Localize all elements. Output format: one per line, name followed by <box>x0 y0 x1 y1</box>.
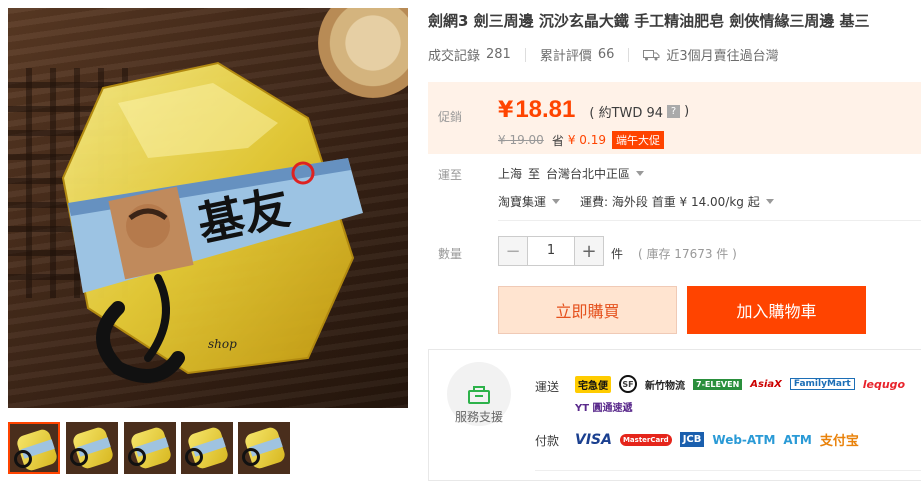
reviews-count[interactable]: 66 <box>598 47 615 62</box>
carrier-logo: 7-ELEVEN <box>693 378 743 390</box>
quantity-unit: 件 <box>611 247 624 261</box>
carrier-logo: SF <box>619 375 637 393</box>
sales-count[interactable]: 281 <box>486 47 511 62</box>
reviews-label: 累計評價 <box>539 49 592 64</box>
decrease-button[interactable]: − <box>499 237 527 265</box>
service-title: 服務支援 <box>454 410 503 424</box>
payment-logo: ATM <box>783 432 812 447</box>
ship-from: 上海 <box>498 167 523 181</box>
promo-price: 18.81 <box>515 96 576 123</box>
carrier-logo: AsiaX <box>750 378 782 390</box>
chevron-down-icon <box>552 199 561 204</box>
thumbnail-5[interactable] <box>238 422 290 474</box>
approx-twd-text: ( 約TWD 94 <box>589 106 664 121</box>
price-label: 促銷 <box>438 110 463 124</box>
original-price: ¥ 19.00 <box>498 133 544 147</box>
thumbnail-2[interactable] <box>66 422 118 474</box>
payment-logo: 支付宝 <box>819 434 859 449</box>
payment-logo: JCB <box>679 432 705 447</box>
product-title: 劍網3 劍三周邊 沉沙玄晶大鐵 手工精油肥皂 劍俠情緣三周邊 基三 <box>428 12 870 30</box>
stats-divider <box>628 47 630 62</box>
soap-illustration: 基友 shop <box>61 61 363 383</box>
quantity-label: 數量 <box>438 247 463 261</box>
shipping-fee-select[interactable]: 運費: 海外段 首重 ¥ 14.00/kg 起 <box>580 193 774 210</box>
carrier-logo: lequgo <box>862 377 906 391</box>
original-price-row: ¥ 19.00 省 ¥ 0.19 端午大促 <box>498 131 664 149</box>
promo-badge: 端午大促 <box>612 131 664 149</box>
main-product-image[interactable]: 基友 shop <box>8 8 408 408</box>
shipping-carriers-label: 運送 <box>535 380 560 394</box>
stock-info: ( 庫存 17673 件 ) <box>638 247 737 261</box>
currency-symbol: ¥ <box>498 98 514 123</box>
thumbnail-3[interactable] <box>124 422 176 474</box>
save-amount: ¥ 0.19 <box>567 133 606 147</box>
sales-label: 成交記錄 <box>428 49 481 64</box>
carrier-logo: 新竹物流 <box>645 380 685 392</box>
ship-to-word: 至 <box>528 167 541 181</box>
payment-methods: VISA MasterCard JCB Web-ATM ATM 支付宝 <box>575 430 867 450</box>
payment-logo: VISA <box>575 431 612 448</box>
quantity-input[interactable]: 1 <box>527 237 575 265</box>
carrier-logo: FamilyMart <box>789 378 855 390</box>
save-label: 省 <box>551 133 564 148</box>
thumbnail-1[interactable] <box>8 422 60 474</box>
shipping-method-row: 淘寶集運 運費: 海外段 首重 ¥ 14.00/kg 起 <box>498 193 774 210</box>
shipping-destination[interactable]: 上海 至 台灣台北中正區 <box>498 165 645 182</box>
price-row: ¥ 18.81 ( 約TWD 94 ? ) <box>498 96 689 124</box>
price-panel: 促銷 ¥ 18.81 ( 約TWD 94 ? ) ¥ 19.00 省 ¥ 0.1… <box>428 82 921 154</box>
product-stats: 成交記錄 281 累計評價 66 近3個月賣往過台灣 <box>428 45 779 64</box>
chevron-down-icon <box>765 199 774 204</box>
approx-twd-close: ) <box>684 104 690 119</box>
truck-icon <box>643 49 660 61</box>
shipping-label: 運至 <box>438 168 463 182</box>
thumbnail-4[interactable] <box>181 422 233 474</box>
shipping-carriers: 宅急便 SF 新竹物流 7-ELEVEN AsiaX FamilyMart le… <box>575 375 915 414</box>
payment-label: 付款 <box>535 434 560 448</box>
service-panel: 服務支援 運送 宅急便 SF 新竹物流 7-ELEVEN AsiaX Famil… <box>428 349 921 481</box>
ship-destination: 台灣台北中正區 <box>546 167 631 181</box>
payment-logo: Web-ATM <box>712 432 776 447</box>
delivery-info: 近3個月賣往過台灣 <box>666 49 779 64</box>
chevron-down-icon <box>636 171 645 176</box>
add-to-cart-button[interactable]: 加入購物車 <box>687 286 866 334</box>
approx-twd: ( 約TWD 94 ? ) <box>589 102 689 121</box>
stats-divider <box>524 47 526 62</box>
shipping-method-select[interactable]: 淘寶集運 <box>498 193 561 210</box>
buy-now-button[interactable]: 立即購買 <box>498 286 677 334</box>
divider <box>535 470 921 471</box>
shipping-fee: 運費: 海外段 首重 ¥ 14.00/kg 起 <box>580 195 760 209</box>
service-icon <box>468 386 490 404</box>
divider <box>498 220 921 221</box>
increase-button[interactable]: + <box>575 237 603 265</box>
shipping-method: 淘寶集運 <box>498 195 547 209</box>
quantity-stepper: − 1 + <box>498 236 604 266</box>
carrier-logo: 宅急便 <box>575 375 611 393</box>
carrier-logo: YT 圓通速遞 <box>575 403 633 414</box>
payment-logo: MasterCard <box>619 433 672 446</box>
help-icon[interactable]: ? <box>667 105 681 118</box>
shop-watermark: shop <box>208 337 237 351</box>
